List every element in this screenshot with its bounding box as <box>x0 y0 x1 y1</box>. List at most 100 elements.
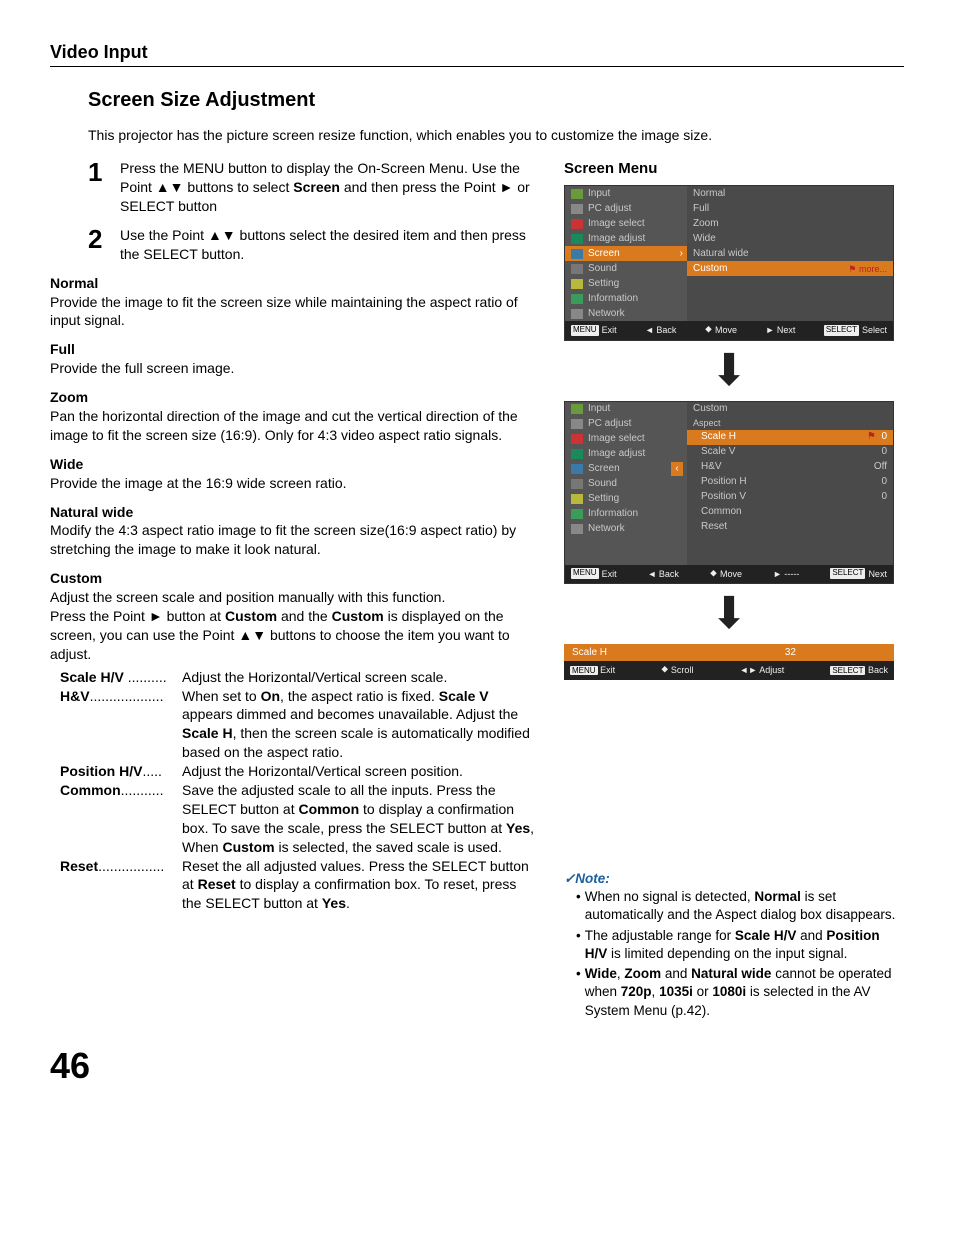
osd-item-image-adjust: Image adjust <box>565 447 687 462</box>
osd-row-common: Common <box>687 505 893 520</box>
label: Move <box>715 324 737 336</box>
label: Position H <box>701 475 747 489</box>
network-icon <box>571 524 583 534</box>
osd-item-screen: Screen› <box>565 246 687 261</box>
select-badge: SELECT <box>824 325 859 336</box>
osd-item-setting: Setting <box>565 492 687 507</box>
foot-adjust: ◄► Adjust <box>739 664 784 677</box>
foot-back: ◄ Back <box>648 568 679 580</box>
osd-item-screen: Screen‹ <box>565 462 687 477</box>
osd-option-natural-wide: Natural wide <box>687 246 893 261</box>
setting-icon <box>571 279 583 289</box>
text: Normal <box>754 889 801 904</box>
text: Yes <box>506 820 530 836</box>
note-text: When no signal is detected, Normal is se… <box>585 888 904 924</box>
text: , <box>652 984 660 999</box>
label: PC adjust <box>588 202 631 216</box>
foot-next: ► Next <box>765 324 795 336</box>
osd-screenshot-2: Input PC adjust Image select Image adjus… <box>564 401 894 584</box>
osd-option-full: Full <box>687 201 893 216</box>
osd-scale-bar: Scale H 32 <box>564 644 894 662</box>
label: Sound <box>588 262 617 276</box>
text: Use the Point ▲▼ buttons select the desi… <box>120 227 526 262</box>
sound-icon <box>571 264 583 274</box>
note-text: Wide, Zoom and Natural wide cannot be op… <box>585 965 904 1020</box>
def-scale: Scale H/V .......... Adjust the Horizont… <box>60 668 536 687</box>
label: Common <box>701 505 742 519</box>
label: Exit <box>600 665 615 675</box>
label: Information <box>588 507 638 521</box>
label: Next <box>868 568 887 580</box>
text: When set to <box>182 688 261 704</box>
image-adjust-icon <box>571 234 583 244</box>
def-desc: Reset the all adjusted values. Press the… <box>182 857 536 914</box>
foot-back: SELECT Back <box>830 664 888 677</box>
dots: ................. <box>98 858 164 874</box>
text: 1035i <box>659 984 693 999</box>
more-icon: ⚑ more... <box>848 263 887 275</box>
def-term: Position H/V <box>60 763 142 779</box>
network-icon <box>571 309 583 319</box>
label: PC adjust <box>588 417 631 431</box>
step-text: Press the MENU button to display the On-… <box>120 159 536 216</box>
text: 1080i <box>712 984 746 999</box>
screen-menu-title: Screen Menu <box>564 159 904 179</box>
label: Move <box>720 568 742 580</box>
def-term: Reset <box>60 858 98 874</box>
input-icon <box>571 189 583 199</box>
mode-title: Natural wide <box>50 503 536 522</box>
osd-item-input: Input <box>565 186 687 201</box>
label: Back <box>868 665 888 675</box>
label: Scale H <box>572 646 607 660</box>
arrow-down-icon: ⬇ <box>564 349 894 393</box>
osd-row-position-v: Position V0 <box>687 490 893 505</box>
label: Information <box>588 292 638 306</box>
step-text: Use the Point ▲▼ buttons select the desi… <box>120 226 536 264</box>
label: Reset <box>701 520 727 534</box>
step-2: 2 Use the Point ▲▼ buttons select the de… <box>88 226 536 264</box>
left-column: 1 Press the MENU button to display the O… <box>50 159 536 1022</box>
label: Full <box>693 202 709 216</box>
text: or <box>693 984 713 999</box>
mode-desc: Provide the full screen image. <box>50 359 536 378</box>
input-icon <box>571 404 583 414</box>
text: is limited depending on the input signal… <box>607 946 847 961</box>
def-common: Common........... Save the adjusted scal… <box>60 781 536 857</box>
def-hv: H&V................... When set to On, t… <box>60 687 536 763</box>
text: Press the Point ► button at <box>50 608 225 624</box>
text: Scale H/V <box>735 928 797 943</box>
foot-select: SELECT Next <box>830 568 887 580</box>
label: H&V <box>701 460 722 474</box>
mode-custom: Custom Adjust the screen scale and posit… <box>50 569 536 913</box>
text: , then the screen scale is automatically… <box>182 725 530 760</box>
label: Wide <box>693 232 716 246</box>
mode-title: Zoom <box>50 388 536 407</box>
osd-item-network: Network <box>565 306 687 321</box>
osd-row-position-h: Position H0 <box>687 475 893 490</box>
text: The adjustable range for <box>585 928 735 943</box>
text: Natural wide <box>691 966 771 981</box>
osd-left-menu: Input PC adjust Image select Image adjus… <box>565 402 687 565</box>
foot-back: ◄ Back <box>645 324 676 336</box>
foot-exit: MENU Exit <box>571 568 617 580</box>
def-desc: Adjust the Horizontal/Vertical screen po… <box>182 762 463 781</box>
dots: ................... <box>90 688 164 704</box>
osd-item-information: Information <box>565 507 687 522</box>
dots: ..... <box>142 763 161 779</box>
osd-row-hv: H&VOff <box>687 460 893 475</box>
note-item-1: • When no signal is detected, Normal is … <box>576 888 904 924</box>
def-term: Common <box>60 782 121 798</box>
chevron-left-icon: ‹ <box>671 462 683 476</box>
label: Scroll <box>671 665 694 675</box>
label: Screen <box>588 247 620 261</box>
def-reset: Reset................. Reset the all adj… <box>60 857 536 914</box>
osd-footer: MENU Exit ◄ Back ⯁ Move ► Next SELECT Se… <box>565 321 893 339</box>
text: Custom <box>225 608 277 624</box>
screen-icon <box>571 464 583 474</box>
value: 0 <box>881 445 887 459</box>
menu-badge: MENU <box>570 666 598 675</box>
label: Image adjust <box>588 447 645 461</box>
mode-desc: Provide the image at the 16:9 wide scree… <box>50 474 536 493</box>
osd-option-normal: Normal <box>687 186 893 201</box>
text: Common <box>298 801 359 817</box>
